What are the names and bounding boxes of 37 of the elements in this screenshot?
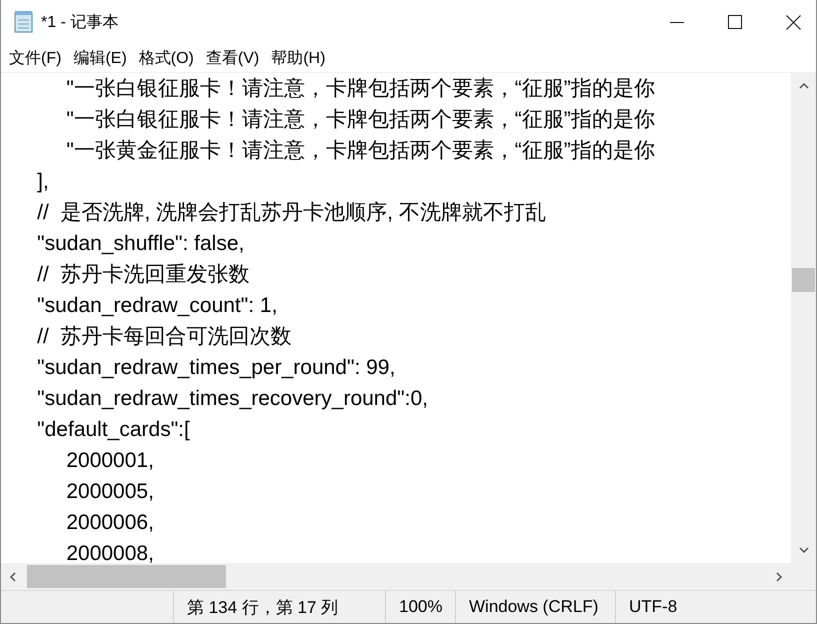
menu-item[interactable]: 编辑(E) [67,48,133,68]
horizontal-scrollbar[interactable] [1,563,791,590]
code-line: 2000008, [65,541,154,563]
code-line: // 苏丹卡每回合可洗回次数 [36,324,292,350]
status-text: Windows (CRLF) [456,591,616,623]
maximize-icon [728,15,742,29]
scroll-thumb[interactable] [792,268,815,292]
code-line: "sudan_shuffle": false, [36,231,244,257]
code-line: ], [36,169,49,195]
scroll-down-icon [798,547,808,554]
close-icon [786,14,800,30]
code-line: "一张黄金征服卡！请注意，卡牌包括两个要素，“征服”指的是你 [65,138,655,164]
menu-item[interactable]: 文件(F) [3,48,68,68]
scroll-left-icon [9,572,16,582]
code-line: "一张白银征服卡！请注意，卡牌包括两个要素，“征服”指的是你 [65,76,655,102]
menu-item[interactable]: 查看(V) [200,48,266,68]
scroll-thumb[interactable] [27,565,226,588]
code-line: 2000006, [65,510,154,536]
code-line: 2000005, [65,479,154,505]
code-line: "default_cards":[ [36,417,190,443]
vertical-scrollbar[interactable] [791,73,816,563]
code-line: "sudan_redraw_count": 1, [36,293,278,319]
code-line: "一张白银征服卡！请注意，卡牌包括两个要素，“征服”指的是你 [65,107,655,133]
code-line: // 苏丹卡洗回重发张数 [36,262,250,288]
notepad-icon [13,10,35,34]
status-text: UTF-8 [628,596,678,618]
menu-item[interactable]: 格式(O) [132,48,200,68]
code-line: 2000001, [65,448,154,474]
code-line: "sudan_redraw_times_per_round": 99, [36,355,396,381]
scroll-right-icon [776,572,783,582]
status-text: 100% [386,591,456,623]
code-line: // 是否洗牌, 洗牌会打乱苏丹卡池顺序, 不洗牌就不打乱 [36,200,546,226]
window-title: *1 - 记事本 [41,12,118,32]
code-line: "sudan_redraw_times_recovery_round":0, [36,386,428,412]
menu-item[interactable]: 帮助(H) [265,48,332,68]
status-text: 第 134 行，第 17 列 [174,591,386,623]
scroll-up-icon [798,82,808,89]
